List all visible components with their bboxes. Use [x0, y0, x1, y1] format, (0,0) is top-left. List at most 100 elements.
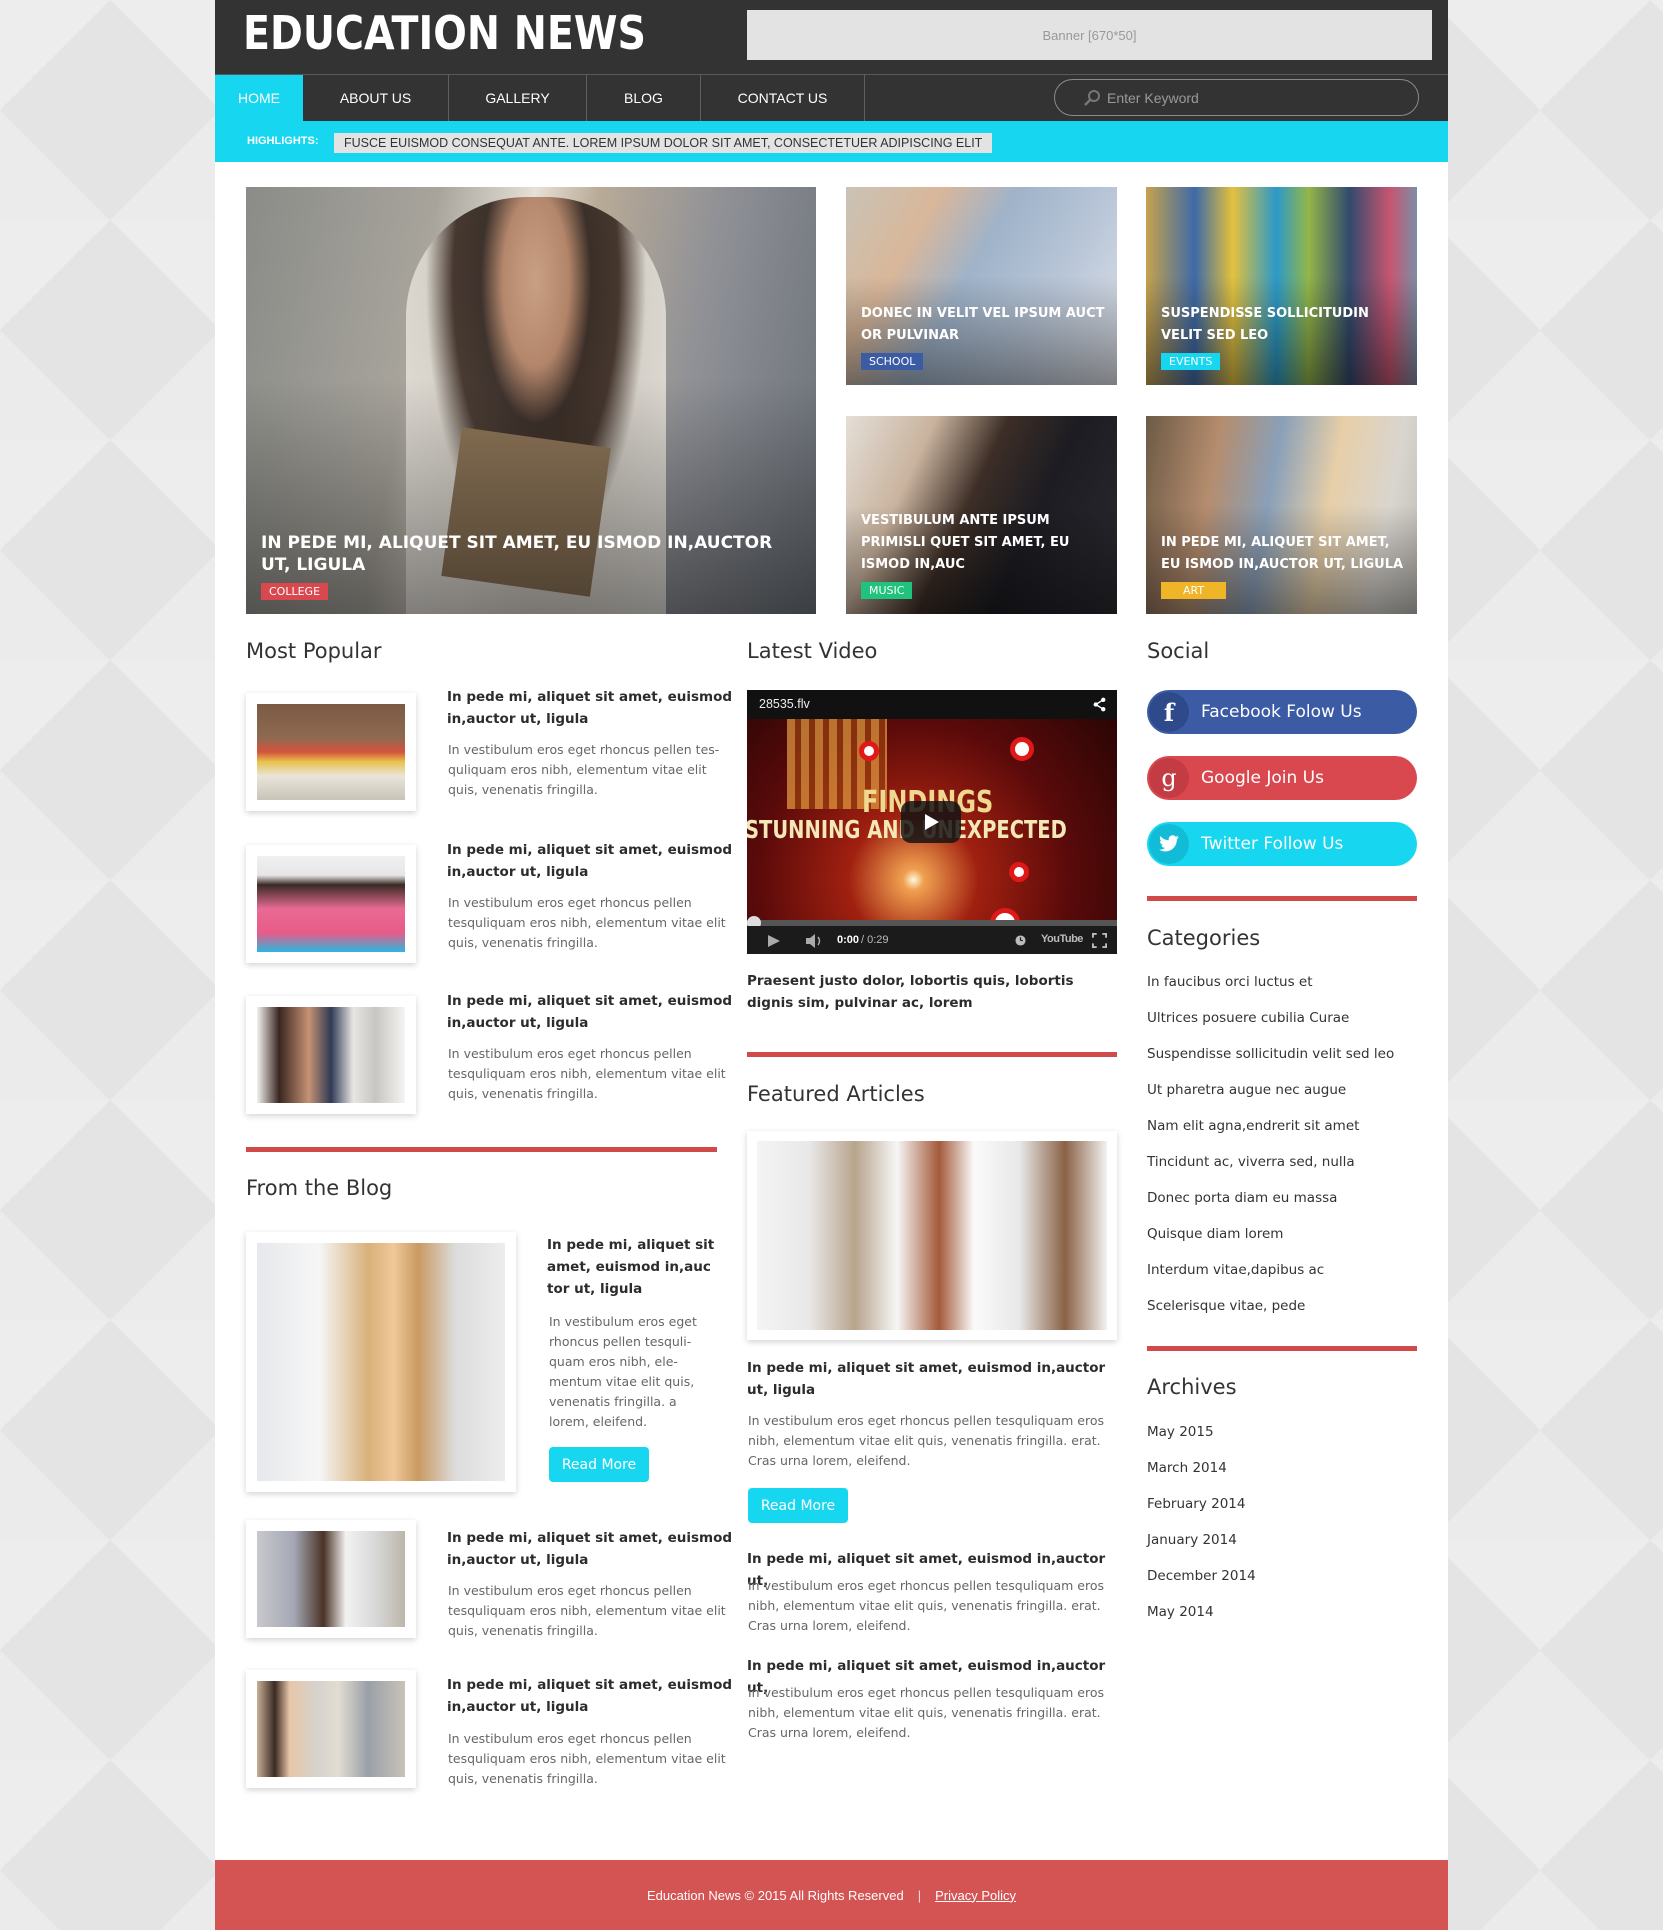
blog-featured-title[interactable]: In pede mi, aliquet sit amet, euismod in…: [547, 1234, 717, 1300]
privacy-policy-link[interactable]: Privacy Policy: [935, 1888, 1016, 1903]
google-label: Google Join Us: [1201, 768, 1324, 788]
blog-thumb-2[interactable]: [246, 1670, 416, 1788]
facebook-icon: f: [1149, 692, 1189, 732]
category-link[interactable]: Tincidunt ac, viverra sed, nulla: [1147, 1154, 1394, 1190]
blog-title-1[interactable]: In pede mi, aliquet sit amet, euismod in…: [447, 1527, 737, 1571]
popular-thumb-2[interactable]: [246, 845, 416, 963]
video-dot: [1010, 737, 1034, 761]
category-link[interactable]: Suspendisse sollicitudin velit sed leo: [1147, 1046, 1394, 1082]
video-screen[interactable]: FINDINGS STUNNING AND UNEXPECTED: [747, 719, 1117, 920]
blog-text-2: In vestibulum eros eget rhoncus pellen t…: [448, 1731, 726, 1786]
blog-thumb-1[interactable]: [246, 1520, 416, 1638]
twitter-follow-button[interactable]: Twitter Follow Us: [1147, 822, 1417, 866]
search-icon: [1084, 89, 1100, 106]
categories-heading: Categories: [1147, 926, 1261, 950]
highlights-ticker[interactable]: FUSCE EUISMOD CONSEQUAT ANTE. LOREM IPSU…: [334, 133, 993, 153]
ad-banner[interactable]: Banner [670*50]: [747, 10, 1432, 60]
hero-tile-4[interactable]: IN PEDE MI, ALIQUET SIT AMET, EU ISMOD I…: [1146, 416, 1417, 614]
fullscreen-icon[interactable]: [1092, 933, 1107, 948]
student-books-image: [257, 1007, 405, 1103]
blog-title-2[interactable]: In pede mi, aliquet sit amet, euismod in…: [447, 1674, 737, 1718]
nav-contact-us[interactable]: CONTACT US: [701, 75, 865, 121]
section-divider: [246, 1147, 717, 1152]
category-link[interactable]: Ut pharetra augue nec augue: [1147, 1082, 1394, 1118]
classroom-image: [757, 1141, 1107, 1330]
woman-laptop-image: [257, 1531, 405, 1627]
hero-main-article[interactable]: IN PEDE MI, ALIQUET SIT AMET, EU ISMOD I…: [246, 187, 816, 614]
categories-list: In faucibus orci luctus et Ultrices posu…: [1147, 974, 1394, 1334]
category-link[interactable]: In faucibus orci luctus et: [1147, 974, 1394, 1010]
hero-tile-3-tag[interactable]: MUSIC: [861, 582, 913, 599]
popular-thumb-1[interactable]: [246, 693, 416, 811]
section-divider: [1147, 896, 1417, 901]
archive-link[interactable]: May 2015: [1147, 1424, 1256, 1460]
category-link[interactable]: Interdum vitae,dapibus ac: [1147, 1262, 1394, 1298]
video-player[interactable]: 28535.flv FINDINGS STUNNING AND UNEXPECT…: [747, 690, 1117, 954]
archive-link[interactable]: March 2014: [1147, 1460, 1256, 1496]
video-caption[interactable]: Praesent justo dolor, lobortis quis, lob…: [747, 970, 1117, 1014]
footer-separator: |: [917, 1887, 922, 1903]
share-icon[interactable]: [1092, 697, 1107, 712]
page: EDUCATION NEWS Banner [670*50] HOME ABOU…: [215, 0, 1448, 1930]
nav-about-us[interactable]: ABOUT US: [303, 75, 449, 121]
category-link[interactable]: Scelerisque vitae, pede: [1147, 1298, 1394, 1334]
hero-tile-3[interactable]: VESTIBULUM ANTE IPSUM PRIMISLI QUET SIT …: [846, 416, 1117, 614]
facebook-label: Facebook Folow Us: [1201, 702, 1362, 722]
search-box[interactable]: [1054, 79, 1419, 116]
play-icon[interactable]: [767, 934, 781, 948]
most-popular-heading: Most Popular: [246, 639, 382, 663]
hero-tile-4-title: IN PEDE MI, ALIQUET SIT AMET, EU ISMOD I…: [1161, 535, 1404, 572]
popular-title-3[interactable]: In pede mi, aliquet sit amet, euismod in…: [447, 990, 737, 1034]
video-controls: 0:00 / 0:29 YouTube: [747, 926, 1117, 954]
featured-main-title[interactable]: In pede mi, aliquet sit amet, euismod in…: [747, 1357, 1117, 1401]
youtube-logo[interactable]: YouTube: [1041, 933, 1083, 945]
student-pink-image: [257, 856, 405, 952]
video-filename: 28535.flv: [759, 697, 810, 711]
site-logo[interactable]: EDUCATION NEWS: [243, 6, 646, 60]
category-link[interactable]: Quisque diam lorem: [1147, 1226, 1394, 1262]
hero-tile-3-title: VESTIBULUM ANTE IPSUM PRIMISLI QUET SIT …: [861, 513, 1070, 572]
clock-icon[interactable]: [1015, 935, 1026, 946]
featured-text-2: In vestibulum eros eget rhoncus pellen t…: [748, 1578, 1104, 1633]
hero-tile-1-title: DONEC IN VELIT VEL IPSUM AUCT OR PULVINA…: [861, 306, 1105, 343]
section-divider: [747, 1052, 1117, 1057]
archives-list: May 2015 March 2014 February 2014 Januar…: [1147, 1424, 1256, 1640]
featured-read-more-button[interactable]: Read More: [748, 1488, 848, 1523]
nav-gallery[interactable]: GALLERY: [449, 75, 587, 121]
blog-read-more-button[interactable]: Read More: [549, 1447, 649, 1482]
featured-image-box[interactable]: [747, 1131, 1117, 1340]
category-link[interactable]: Ultrices posuere cubilia Curae: [1147, 1010, 1394, 1046]
blog-heading: From the Blog: [246, 1176, 393, 1200]
hero-tile-1-tag[interactable]: SCHOOL: [861, 353, 924, 370]
popular-title-2[interactable]: In pede mi, aliquet sit amet, euismod in…: [447, 839, 737, 883]
footer: Education News © 2015 All Rights Reserve…: [215, 1860, 1448, 1930]
nav-blog[interactable]: BLOG: [587, 75, 701, 121]
volume-icon[interactable]: [805, 934, 823, 948]
pencils-image: [257, 704, 405, 800]
archive-link[interactable]: December 2014: [1147, 1568, 1256, 1604]
archive-link[interactable]: February 2014: [1147, 1496, 1256, 1532]
play-button[interactable]: [901, 801, 961, 843]
archive-link[interactable]: January 2014: [1147, 1532, 1256, 1568]
hero-main-tag[interactable]: COLLEGE: [261, 583, 329, 600]
hero-tile-2-tag[interactable]: EVENTS: [1161, 353, 1221, 370]
hero-main-title: IN PEDE MI, ALIQUET SIT AMET, EU ISMOD I…: [261, 533, 773, 575]
play-icon: [925, 814, 939, 830]
social-heading: Social: [1147, 639, 1210, 663]
google-join-button[interactable]: g Google Join Us: [1147, 756, 1417, 800]
popular-title-1[interactable]: In pede mi, aliquet sit amet, euismod in…: [447, 686, 737, 730]
facebook-follow-button[interactable]: f Facebook Folow Us: [1147, 690, 1417, 734]
nav-home[interactable]: HOME: [215, 75, 303, 121]
hero-tile-1[interactable]: DONEC IN VELIT VEL IPSUM AUCT OR PULVINA…: [846, 187, 1117, 385]
blog-featured-thumb[interactable]: [246, 1232, 516, 1492]
archive-link[interactable]: May 2014: [1147, 1604, 1256, 1640]
hero-tile-4-tag[interactable]: ART: [1161, 582, 1227, 599]
twitter-label: Twitter Follow Us: [1201, 834, 1344, 854]
video-time-total: / 0:29: [861, 934, 889, 946]
popular-thumb-3[interactable]: [246, 996, 416, 1114]
video-dot: [859, 741, 879, 761]
hero-tile-2[interactable]: SUSPENDISSE SOLLICITUDIN VELIT SED LEO E…: [1146, 187, 1417, 385]
category-link[interactable]: Nam elit agna,endrerit sit amet: [1147, 1118, 1394, 1154]
category-link[interactable]: Donec porta diam eu massa: [1147, 1190, 1394, 1226]
search-input[interactable]: [1107, 89, 1387, 106]
